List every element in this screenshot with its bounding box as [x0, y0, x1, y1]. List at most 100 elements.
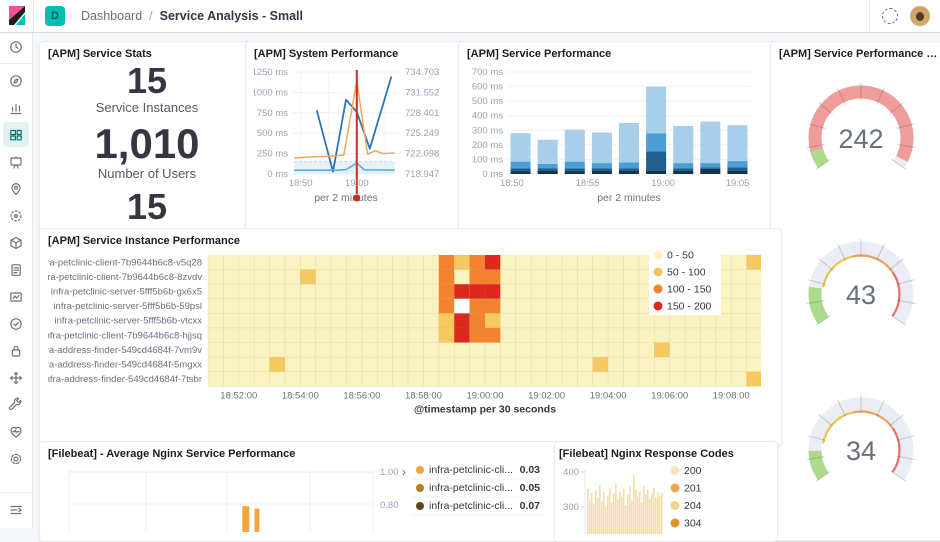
svg-text:infra-petclinic-client-7b9644b: infra-petclinic-client-7b9644b6c8-hjjsq	[48, 330, 202, 341]
svg-text:infra-petclinic-cli...: infra-petclinic-cli...	[429, 482, 513, 494]
avatar-face	[916, 12, 924, 21]
svg-text:19:00: 19:00	[345, 178, 369, 189]
svg-text:50 - 100: 50 - 100	[667, 267, 706, 279]
performance-goal-gauges[interactable]: 2424334	[779, 62, 940, 496]
svg-text:150 - 200: 150 - 200	[667, 301, 712, 313]
sidebar-item-infrastructure[interactable]	[3, 230, 29, 255]
stacked-bar-chart: 0 ms100 ms200 ms300 ms400 ms500 ms600 ms…	[467, 62, 759, 214]
svg-text:43: 43	[846, 280, 876, 310]
check-circle-icon	[8, 316, 24, 332]
nginx-response-codes-chart[interactable]: 400300200201204304	[559, 462, 769, 539]
sidebar-divider	[0, 492, 32, 493]
panel-title: [Filebeat] - Average Nginx Service Perfo…	[48, 448, 558, 460]
panel-system-performance: [APM] System Performance 1250 ms734.7031…	[245, 41, 470, 236]
svg-text:728.401: 728.401	[405, 108, 439, 119]
svg-text:1000 ms: 1000 ms	[254, 87, 288, 98]
bar-chart-icon	[8, 100, 24, 116]
sidebar-collapse-button[interactable]	[3, 497, 29, 522]
svg-text:200: 200	[684, 465, 702, 477]
sidebar-item-uptime[interactable]	[3, 311, 29, 336]
sidebar-item-logs[interactable]	[3, 257, 29, 282]
sidebar-item-apm[interactable]	[3, 284, 29, 309]
sidebar-divider	[0, 63, 32, 64]
sidebar-item-monitoring[interactable]	[3, 419, 29, 444]
svg-text:0 - 50: 0 - 50	[667, 250, 694, 262]
service-stats-metrics: 15 Service Instances 1,010 Number of Use…	[48, 62, 246, 226]
svg-text:201: 201	[684, 483, 702, 495]
heart-pulse-icon	[8, 424, 24, 440]
sidebar-item-siem[interactable]	[3, 338, 29, 363]
metric-service-instances-label: Service Instances	[96, 100, 199, 115]
app-sidebar	[0, 33, 33, 528]
svg-text:19:00: 19:00	[651, 178, 675, 189]
svg-text:18:54:00: 18:54:00	[282, 390, 319, 401]
metric-number-of-users-label: Number of Users	[98, 166, 196, 181]
line-chart: 1250 ms734.7031000 ms731.552750 ms728.40…	[254, 62, 445, 214]
svg-text:infra-address-finder-549cd4684: infra-address-finder-549cd4684f-5mgxx	[48, 360, 202, 371]
panel-nginx-response-codes: [Filebeat] Nginx Response Codes 40030020…	[554, 441, 778, 542]
sidebar-item-console[interactable]	[3, 392, 29, 417]
bar-chart: 1.000.80›infra-petclinic-cli...0.03infra…	[48, 462, 546, 532]
metric-number-of-users-value: 1,010	[94, 122, 199, 166]
svg-text:infra-address-finder-549cd4684: infra-address-finder-549cd4684f-7vm9v	[48, 345, 202, 356]
topbar-divider	[33, 0, 34, 32]
sidebar-item-machine-learning[interactable]	[3, 203, 29, 228]
panel-service-performance-goal: [APM] Service Performance Go... 2424334	[770, 41, 940, 541]
panel-service-performance: [APM] Service Performance 0 ms100 ms200 …	[458, 41, 782, 236]
svg-text:400 ms: 400 ms	[472, 111, 503, 122]
sidebar-item-dev-tools[interactable]	[3, 365, 29, 390]
topbar-right-controls	[869, 0, 940, 32]
apm-trace-icon	[8, 289, 24, 305]
svg-text:per 2 minutes: per 2 minutes	[314, 192, 378, 204]
svg-text:18:55: 18:55	[576, 178, 600, 189]
panel-nginx-average-performance: [Filebeat] - Average Nginx Service Perfo…	[39, 441, 567, 542]
collapse-menu-icon	[8, 502, 24, 518]
breadcrumb-dashboard[interactable]: Dashboard	[81, 9, 142, 23]
panel-title: [Filebeat] Nginx Response Codes	[559, 448, 769, 460]
sidebar-item-maps[interactable]	[3, 176, 29, 201]
sidebar-item-discover[interactable]	[3, 68, 29, 93]
dotted-ring-icon	[8, 208, 24, 224]
svg-text:725.249: 725.249	[405, 128, 439, 139]
sidebar-item-visualize[interactable]	[3, 95, 29, 120]
svg-text:1.00: 1.00	[380, 467, 399, 478]
svg-text:19:08:00: 19:08:00	[713, 390, 750, 401]
document-icon	[8, 262, 24, 278]
svg-text:0.80: 0.80	[380, 500, 399, 511]
nginx-average-chart[interactable]: 1.000.80›infra-petclinic-cli...0.03infra…	[48, 462, 558, 537]
panel-title: [APM] System Performance	[254, 48, 461, 60]
kibana-logo[interactable]	[0, 0, 33, 32]
clock-icon	[8, 39, 24, 55]
lock-icon	[8, 343, 24, 359]
panel-title: [APM] Service Performance	[467, 48, 773, 60]
cloud-deployment-icon[interactable]	[882, 8, 898, 24]
svg-text:infra-petclinic-server-5fff5b6: infra-petclinic-server-5fff5b6b-vtcxx	[55, 316, 203, 327]
svg-text:infra-petclinic-cli...: infra-petclinic-cli...	[429, 500, 513, 512]
system-performance-chart[interactable]: 1250 ms734.7031000 ms731.552750 ms728.40…	[254, 62, 461, 219]
svg-text:718.947: 718.947	[405, 169, 439, 180]
sidebar-item-canvas[interactable]	[3, 149, 29, 174]
wrench-icon	[8, 397, 24, 413]
dashboard-icon	[8, 127, 24, 143]
svg-text:18:58:00: 18:58:00	[405, 390, 442, 401]
space-badge[interactable]: D	[45, 6, 65, 26]
svg-text:204: 204	[684, 500, 702, 512]
svg-text:700 ms: 700 ms	[472, 67, 503, 78]
user-avatar[interactable]	[910, 6, 930, 26]
svg-text:34: 34	[846, 436, 876, 466]
panel-title: [APM] Service Performance Go...	[779, 48, 940, 60]
sidebar-item-management[interactable]	[3, 446, 29, 471]
svg-text:400: 400	[563, 467, 579, 478]
svg-text:infra-petclinic-client-7b9644b: infra-petclinic-client-7b9644b6c8-8zvdv	[48, 272, 202, 283]
svg-text:200 ms: 200 ms	[472, 140, 503, 151]
svg-text:0.03: 0.03	[520, 464, 541, 476]
svg-text:731.552: 731.552	[405, 87, 439, 98]
svg-text:19:04:00: 19:04:00	[590, 390, 627, 401]
top-navigation-bar: D Dashboard / Service Analysis - Small	[0, 0, 940, 33]
instance-performance-heatmap[interactable]: infra-petclinic-client-7b9644b6c8-v5q28i…	[48, 249, 773, 422]
sidebar-item-recently-viewed[interactable]	[3, 34, 29, 59]
svg-text:600 ms: 600 ms	[472, 82, 503, 93]
svg-text:19:02:00: 19:02:00	[528, 390, 565, 401]
service-performance-chart[interactable]: 0 ms100 ms200 ms300 ms400 ms500 ms600 ms…	[467, 62, 773, 219]
sidebar-item-dashboard[interactable]	[3, 122, 29, 147]
